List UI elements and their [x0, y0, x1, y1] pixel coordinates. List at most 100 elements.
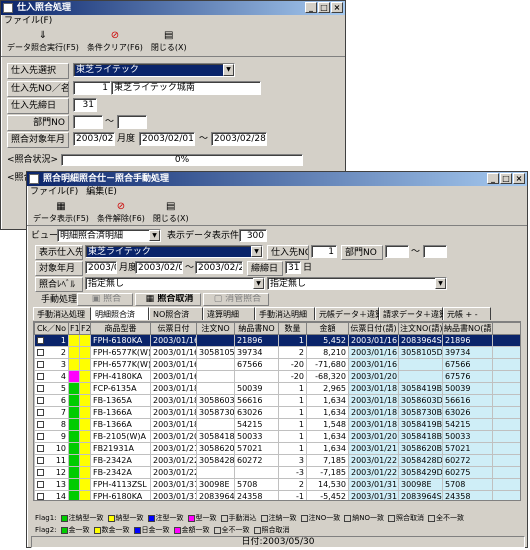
cell: 3058418B: [398, 430, 443, 443]
level2-select[interactable]: 指定無し ▼: [267, 277, 447, 290]
menu-edit[interactable]: 編集(E): [86, 186, 117, 198]
col-header[interactable]: 商品型番: [90, 322, 151, 335]
row-checkbox[interactable]: [37, 445, 44, 452]
tab-ledger-pm[interactable]: 元帳 + -: [443, 307, 491, 320]
row-checkbox[interactable]: [37, 433, 44, 440]
row-checkbox[interactable]: [37, 469, 44, 476]
close-button[interactable]: ×: [513, 173, 525, 184]
table-row[interactable]: 7FB-1366A2003/01/183058730B6302611,63420…: [34, 406, 520, 419]
row-checkbox[interactable]: [37, 397, 44, 404]
cell: 67566: [442, 358, 493, 371]
row-checkbox[interactable]: [37, 385, 44, 392]
clear-button[interactable]: ⊘ 条件クリア(F6): [87, 29, 143, 53]
col-header[interactable]: 伝票日付(請): [348, 322, 399, 335]
cell: 63026: [442, 406, 493, 419]
tab-manual-detail[interactable]: 手動消込明細: [255, 307, 315, 320]
tab-invoice-diff[interactable]: 請求データ＋違算: [379, 307, 447, 320]
tab-detail-matched[interactable]: 明細照合済: [91, 307, 149, 320]
row-checkbox[interactable]: [37, 337, 44, 344]
match-button[interactable]: ▣ 照合: [77, 293, 133, 306]
menu-file[interactable]: ファイル(F): [30, 186, 78, 198]
col-header[interactable]: F1: [68, 322, 80, 335]
col-header[interactable]: 金額: [306, 322, 349, 335]
row-checkbox[interactable]: [37, 481, 44, 488]
maximize-button[interactable]: □: [500, 173, 512, 184]
diff-match-icon: ▢: [213, 294, 226, 304]
table-row[interactable]: 4 FPH-4180KA 2003/01/16 -20 -68,320 2003/01/2…: [34, 370, 520, 383]
row-checkbox[interactable]: [37, 361, 44, 368]
legend-label: 金一致: [68, 526, 90, 534]
table-row[interactable]: 5 FCP-6135A 2003/01/18 50039 1 2,965 2003/01/1…: [34, 382, 520, 395]
col-header[interactable]: 注文NO(請): [398, 322, 443, 335]
from-date-field[interactable]: 2003/02/01: [139, 132, 195, 146]
cancel-match-button[interactable]: ▦ 照合取消: [135, 293, 201, 306]
diff-match-button[interactable]: ▢ 消管照合: [203, 293, 269, 306]
table-row[interactable]: 11FB-2342A2003/01/223058428D6027237,1852…: [34, 454, 520, 467]
row-checkbox[interactable]: [37, 409, 44, 416]
target-ym-field[interactable]: 2003/02: [85, 261, 117, 274]
col-header[interactable]: 納品書NO: [234, 322, 279, 335]
close-tool-button[interactable]: ▤ 閉じる(X): [151, 29, 187, 53]
col-header[interactable]: F2: [79, 322, 91, 335]
supno-field[interactable]: 1: [311, 245, 337, 258]
minimize-button[interactable]: _: [305, 2, 317, 13]
table-row[interactable]: 12 FB-2342A 2003/01/22 -3 -7,185 2003/01/22 30…: [34, 466, 520, 479]
table-row[interactable]: 10FB21931A2003/01/213058620B5702111,6342…: [34, 442, 520, 455]
table-row[interactable]: 1 FPH-6180KA 2003/01/16 21896 1 5,452 2003/01/…: [34, 334, 520, 347]
data-run-button[interactable]: ⇓ データ照合実行(F5): [7, 29, 79, 53]
front-close-field[interactable]: 31: [285, 261, 301, 274]
tab-ledger-diff[interactable]: 元帳データ＋違算: [315, 307, 383, 320]
cell: FB-2342A: [90, 466, 151, 479]
front-dept-to[interactable]: [423, 245, 447, 258]
row-checkbox[interactable]: [37, 421, 44, 428]
tab-no-matched[interactable]: NO照合済: [149, 307, 203, 320]
row-checkbox[interactable]: [37, 373, 44, 380]
tab-diff[interactable]: 違算明細: [203, 307, 255, 320]
close-button[interactable]: ×: [331, 2, 343, 13]
table-row[interactable]: 3 FPH-6577K(W)A 2003/01/16 67566 -20 -71,680 2…: [34, 358, 520, 371]
front-dept-from[interactable]: [385, 245, 409, 258]
chevron-down-icon[interactable]: ▼: [251, 246, 262, 257]
chevron-down-icon[interactable]: ▼: [223, 64, 234, 76]
legend-item: 注納一致: [260, 514, 297, 523]
show-supplier-select[interactable]: 東芝ライテック ▼: [85, 245, 263, 258]
tab-manual[interactable]: 手動消込処理: [33, 307, 91, 320]
no-field[interactable]: 1: [73, 81, 111, 95]
chevron-down-icon[interactable]: ▼: [149, 230, 160, 241]
table-row[interactable]: 13 FPH-4113ZSL 2003/01/31 30098E 5708 2 14,530…: [34, 478, 520, 491]
table-row[interactable]: 14FPH-6180KA2003/01/312083964S24358-1-5,…: [34, 490, 520, 500]
table-row[interactable]: 2FPH-6577K(W)A2003/01/163058105D3973428,…: [34, 346, 520, 359]
minimize-button[interactable]: _: [487, 173, 499, 184]
name-field[interactable]: 東芝ライテック城南: [111, 81, 261, 95]
level-select[interactable]: 指定無し ▼: [85, 277, 265, 290]
chevron-down-icon[interactable]: ▼: [435, 278, 446, 289]
table-row[interactable]: 8 FB-1366A 2003/01/18 54215 1 1,548 2003/01/18…: [34, 418, 520, 431]
dept-to-field[interactable]: [117, 115, 147, 129]
condition-clear-button[interactable]: ⊘ 条件解除(F6): [97, 200, 145, 224]
count-field[interactable]: 300: [239, 229, 267, 242]
col-header[interactable]: 注文NO: [196, 322, 235, 335]
col-header[interactable]: 伝票日付: [150, 322, 197, 335]
target-from-field[interactable]: 2003/02/01: [135, 261, 183, 274]
menu-file[interactable]: ファイル(F): [4, 15, 52, 27]
chevron-down-icon[interactable]: ▼: [253, 278, 264, 289]
cell: 50039: [234, 382, 279, 395]
col-header[interactable]: Ck／No: [34, 322, 69, 335]
target-to-field[interactable]: 2003/02/28: [195, 261, 243, 274]
view-select[interactable]: 明細照合済明細 ▼: [57, 229, 161, 242]
row-checkbox[interactable]: [37, 493, 44, 500]
row-checkbox[interactable]: [37, 457, 44, 464]
close-day-field[interactable]: 31: [73, 98, 97, 112]
supplier-select[interactable]: 東芝ライテック ▼: [73, 63, 235, 77]
table-row[interactable]: 6FB-1365A2003/01/183058603D5661611,63420…: [34, 394, 520, 407]
table-row[interactable]: 9FB-2105(W)A2003/01/203058418B5003311,63…: [34, 430, 520, 443]
maximize-button[interactable]: □: [318, 2, 330, 13]
col-header[interactable]: 納品書NO(請): [442, 322, 493, 335]
col-header[interactable]: 数量: [278, 322, 307, 335]
row-checkbox[interactable]: [37, 349, 44, 356]
data-display-button[interactable]: ▦ データ表示(F5): [33, 200, 89, 224]
ym-field[interactable]: 2003/02: [73, 132, 115, 146]
close-tool-button[interactable]: ▤ 閉じる(X): [153, 200, 189, 224]
to-date-field[interactable]: 2003/02/28: [211, 132, 267, 146]
dept-from-field[interactable]: [73, 115, 103, 129]
